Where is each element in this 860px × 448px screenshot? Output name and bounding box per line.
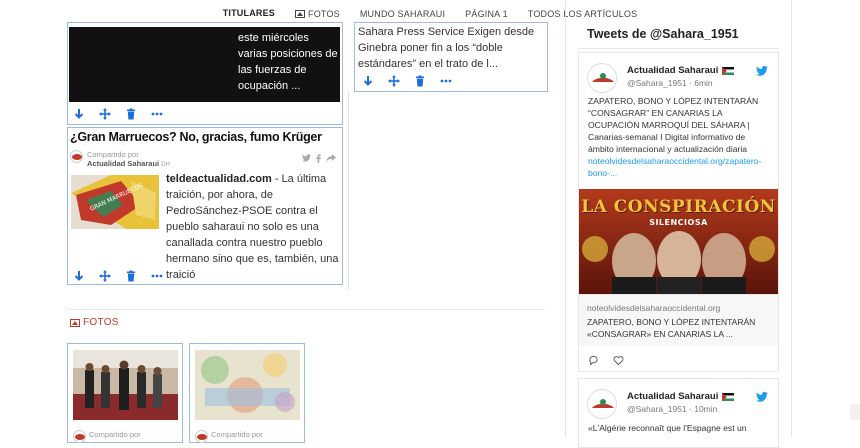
column-divider (348, 90, 349, 290)
move-icon[interactable] (98, 269, 112, 283)
tweet-handle[interactable]: @Sahara_1951 · 6min (627, 78, 713, 88)
timeline-divider (578, 48, 779, 49)
arrow-down-icon[interactable] (361, 74, 375, 88)
article-excerpt-top-left: este miércoles varias posiciones de las … (238, 32, 338, 92)
article-title[interactable]: ¿Gran Marruecos? No, gracias, fumo Krüge… (70, 130, 322, 144)
avatar[interactable] (587, 63, 617, 93)
more-options-icon[interactable] (439, 74, 453, 88)
flag-icon (722, 66, 735, 75)
twitter-icon[interactable] (756, 389, 768, 402)
tweet-text: «L'Algérie reconnaît que l'Espagne est u… (588, 423, 747, 433)
tweet[interactable]: Actualidad Saharaui @Sahara_1951 · 10min… (578, 378, 779, 448)
shared-by-name[interactable]: Actualidad Saharaui (87, 159, 159, 168)
arrow-down-icon[interactable] (72, 107, 86, 121)
card-toolbar (361, 74, 453, 88)
card-toolbar (72, 107, 164, 121)
reply-icon[interactable] (588, 353, 599, 371)
like-icon[interactable] (613, 353, 624, 371)
twitter-timeline-title[interactable]: Tweets de @Sahara_1951 (587, 27, 739, 41)
share-arrow-icon[interactable] (326, 154, 336, 165)
article-source[interactable]: teldeactualidad.com (166, 173, 272, 185)
photo-thumbnail[interactable] (195, 350, 300, 420)
tweet[interactable]: Actualidad Saharaui @Sahara_1951 · 6min … (578, 52, 779, 372)
avatar (70, 150, 83, 163)
arrow-down-icon[interactable] (72, 269, 86, 283)
photo-card[interactable]: Compartido por (67, 343, 183, 443)
twitter-icon[interactable] (756, 63, 768, 76)
trash-icon[interactable] (413, 74, 427, 88)
flag-icon (722, 392, 735, 401)
photo-thumbnail[interactable] (73, 350, 178, 420)
picture-icon (295, 9, 306, 18)
link-card-domain: noteolvidesdelsaharaoccidental.org (587, 303, 721, 313)
trash-icon[interactable] (124, 269, 138, 283)
tweet-handle[interactable]: @Sahara_1951 · 10min (627, 404, 717, 414)
section-title-fotos[interactable]: FOTOS (70, 317, 119, 328)
tweet-author[interactable]: Actualidad Saharaui (627, 65, 735, 76)
image-headline: LA CONSPIRACIÓN (581, 197, 776, 217)
tweet-link[interactable]: noteolvidesdelsaharaoccidental.org/zapat… (588, 156, 761, 178)
facebook-icon[interactable] (316, 154, 321, 165)
picture-icon (70, 318, 80, 327)
more-options-icon[interactable] (150, 107, 164, 121)
avatar[interactable] (587, 389, 617, 419)
shared-by: Compartido por Actualidad Saharaui DH (70, 150, 170, 170)
tweet-author[interactable]: Actualidad Saharaui (627, 391, 735, 402)
twitter-icon[interactable] (302, 154, 311, 165)
move-icon[interactable] (98, 107, 112, 121)
more-options-icon[interactable] (150, 269, 164, 283)
article-excerpt: teldeactualidad.com - La última traición… (166, 173, 339, 281)
tweet-actions (588, 353, 624, 371)
card-toolbar (72, 269, 164, 283)
link-card-title: ZAPATERO, BONO Y LÓPEZ INTENTARÁN «CONSA… (587, 317, 756, 339)
section-divider (67, 309, 545, 310)
scroll-handle[interactable] (850, 404, 860, 420)
share-icons (302, 154, 336, 165)
tweet-image[interactable]: LA CONSPIRACIÓN SILENCIOSA (579, 189, 778, 294)
tweet-text: ZAPATERO, BONO Y LÓPEZ INTENTARÁN “CONSA… (588, 96, 762, 178)
tweet-link-card[interactable]: noteolvidesdelsaharaoccidental.org ZAPAT… (579, 294, 778, 346)
image-subheadline: SILENCIOSA (649, 218, 708, 227)
article-thumbnail[interactable]: GRAN MARRUECOS (71, 175, 159, 229)
move-icon[interactable] (387, 74, 401, 88)
photo-card[interactable]: Compartido por (189, 343, 305, 443)
article-excerpt-top-right: Sahara Press Service Exigen desde Ginebr… (358, 26, 535, 70)
trash-icon[interactable] (124, 107, 138, 121)
